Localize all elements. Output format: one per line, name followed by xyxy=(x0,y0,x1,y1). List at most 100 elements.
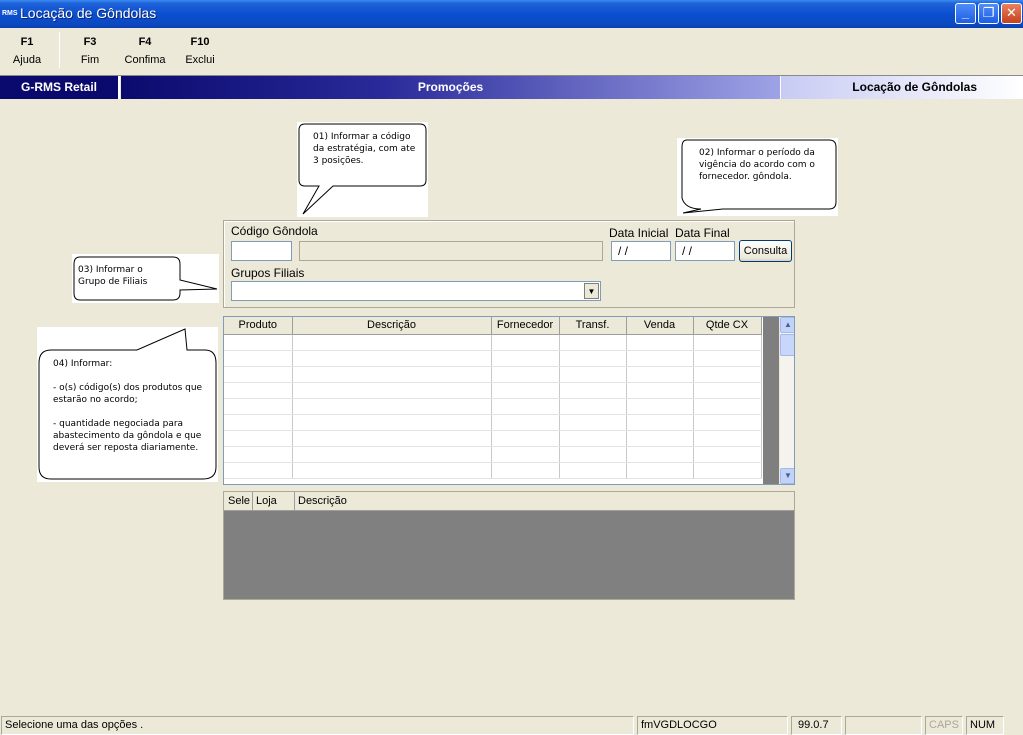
cell[interactable] xyxy=(626,334,694,351)
table-row[interactable] xyxy=(224,382,762,399)
cell[interactable] xyxy=(292,350,492,367)
cell[interactable] xyxy=(292,462,492,479)
consulta-button[interactable]: Consulta xyxy=(739,240,792,262)
cell[interactable] xyxy=(559,398,627,415)
cell[interactable] xyxy=(224,430,293,447)
cell[interactable] xyxy=(292,366,492,383)
cell[interactable] xyxy=(559,366,627,383)
table-row[interactable] xyxy=(224,350,762,367)
f10-delete-button[interactable]: F10 Exclui xyxy=(183,36,217,66)
col-qtde-cx[interactable]: Qtde CX xyxy=(693,317,762,335)
cell[interactable] xyxy=(491,462,560,479)
cell[interactable] xyxy=(693,350,762,367)
cell[interactable] xyxy=(491,350,560,367)
callout-codigo-text: 01) Informar a código da estratégia, com… xyxy=(313,131,415,167)
table-row[interactable] xyxy=(224,430,762,447)
cell[interactable] xyxy=(626,414,694,431)
cell[interactable] xyxy=(224,334,293,351)
cell[interactable] xyxy=(626,462,694,479)
cell[interactable] xyxy=(693,398,762,415)
cell[interactable] xyxy=(559,446,627,463)
products-grid[interactable]: Produto Descrição Fornecedor Transf. Ven… xyxy=(223,316,795,485)
scroll-up-icon[interactable]: ▲ xyxy=(780,317,794,333)
products-table: Produto Descrição Fornecedor Transf. Ven… xyxy=(224,317,762,479)
cell[interactable] xyxy=(491,382,560,399)
cell[interactable] xyxy=(693,462,762,479)
scroll-down-icon[interactable]: ▼ xyxy=(780,468,794,484)
cell[interactable] xyxy=(292,430,492,447)
stores-list[interactable]: Sele Loja Descrição xyxy=(223,491,795,600)
codigo-gondola-label: Código Gôndola xyxy=(231,224,318,238)
cell[interactable] xyxy=(491,366,560,383)
restore-button[interactable]: ❐ xyxy=(978,3,999,24)
col-produto[interactable]: Produto xyxy=(224,317,293,335)
title-bar[interactable]: RMS Locação de Gôndolas _ ❐ ✕ xyxy=(0,0,1023,28)
cell[interactable] xyxy=(559,430,627,447)
col-transf[interactable]: Transf. xyxy=(559,317,627,335)
cell[interactable] xyxy=(491,398,560,415)
col-loja[interactable]: Loja xyxy=(256,495,277,507)
f4-confirm-button[interactable]: F4 Confima xyxy=(123,36,167,66)
cell[interactable] xyxy=(559,414,627,431)
cell[interactable] xyxy=(224,366,293,383)
cell[interactable] xyxy=(224,446,293,463)
products-header-row: Produto Descrição Fornecedor Transf. Ven… xyxy=(224,317,762,335)
data-final-input[interactable]: / / xyxy=(675,241,735,261)
col-descricao[interactable]: Descrição xyxy=(292,317,492,335)
table-row[interactable] xyxy=(224,398,762,415)
cell[interactable] xyxy=(491,414,560,431)
f1-help-button[interactable]: F1 Ajuda xyxy=(10,36,44,66)
cell[interactable] xyxy=(693,430,762,447)
cell[interactable] xyxy=(559,382,627,399)
cell[interactable] xyxy=(693,366,762,383)
cell[interactable] xyxy=(292,334,492,351)
cell[interactable] xyxy=(626,430,694,447)
cell[interactable] xyxy=(292,382,492,399)
table-row[interactable] xyxy=(224,446,762,463)
close-button[interactable]: ✕ xyxy=(1001,3,1022,24)
cell[interactable] xyxy=(626,350,694,367)
table-row[interactable] xyxy=(224,334,762,351)
cell[interactable] xyxy=(224,462,293,479)
scroll-thumb[interactable] xyxy=(780,334,794,356)
cell[interactable] xyxy=(224,350,293,367)
status-num: NUM xyxy=(966,716,1004,735)
cell[interactable] xyxy=(626,366,694,383)
cell[interactable] xyxy=(491,334,560,351)
cell[interactable] xyxy=(224,398,293,415)
cell[interactable] xyxy=(491,446,560,463)
table-row[interactable] xyxy=(224,462,762,479)
dropdown-arrow-icon[interactable]: ▼ xyxy=(584,283,599,299)
cell[interactable] xyxy=(224,414,293,431)
f1-action-label: Ajuda xyxy=(12,54,42,66)
f3-end-button[interactable]: F3 Fim xyxy=(75,36,105,66)
cell[interactable] xyxy=(626,398,694,415)
cell[interactable] xyxy=(292,398,492,415)
cell[interactable] xyxy=(693,382,762,399)
col-fornecedor[interactable]: Fornecedor xyxy=(491,317,560,335)
status-version: 99.0.7 xyxy=(791,716,842,735)
cell[interactable] xyxy=(626,446,694,463)
status-form-id: fmVGDLOCGO xyxy=(637,716,788,735)
cell[interactable] xyxy=(224,382,293,399)
cell[interactable] xyxy=(626,382,694,399)
grupos-filiais-select[interactable]: ▼ xyxy=(231,281,601,301)
cell[interactable] xyxy=(559,462,627,479)
cell[interactable] xyxy=(693,414,762,431)
cell[interactable] xyxy=(292,414,492,431)
col-sele[interactable]: Sele xyxy=(228,495,250,507)
cell[interactable] xyxy=(491,430,560,447)
data-inicial-input[interactable]: / / xyxy=(611,241,671,261)
table-row[interactable] xyxy=(224,414,762,431)
col-descricao-loja[interactable]: Descrição xyxy=(298,495,347,507)
cell[interactable] xyxy=(559,334,627,351)
minimize-button[interactable]: _ xyxy=(955,3,976,24)
col-venda[interactable]: Venda xyxy=(626,317,694,335)
grid-vertical-scrollbar[interactable]: ▲ ▼ xyxy=(779,317,794,484)
cell[interactable] xyxy=(292,446,492,463)
cell[interactable] xyxy=(559,350,627,367)
codigo-gondola-input[interactable] xyxy=(231,241,292,261)
cell[interactable] xyxy=(693,334,762,351)
cell[interactable] xyxy=(693,446,762,463)
table-row[interactable] xyxy=(224,366,762,383)
